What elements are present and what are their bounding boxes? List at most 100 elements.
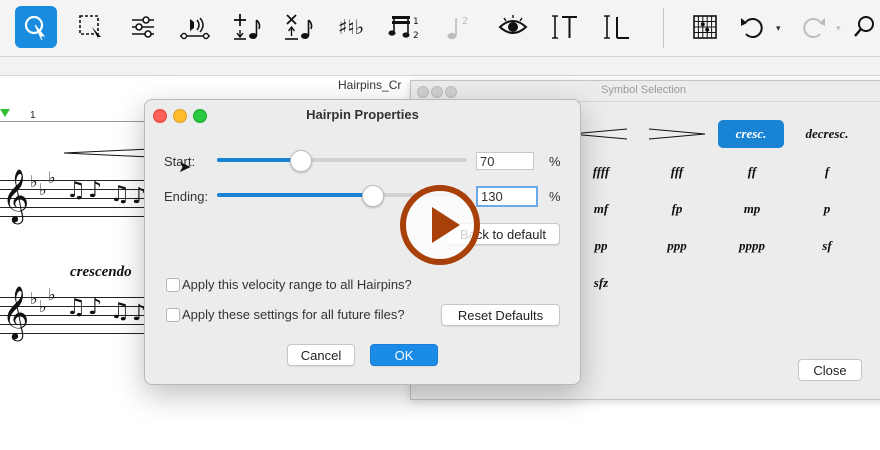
chord-grid-icon [693, 15, 717, 39]
redo-icon [803, 18, 825, 38]
symbol-fp[interactable]: fp [644, 195, 710, 223]
start-percent-unit: % [549, 154, 561, 169]
flat-icon: ♭ [30, 289, 38, 308]
apply-future-files-label: Apply these settings for all future file… [182, 307, 405, 322]
redo-tool-button[interactable] [792, 6, 834, 48]
document-tab-strip [0, 57, 880, 76]
note[interactable]: ♪ [88, 297, 102, 319]
undo-tool-button[interactable] [732, 6, 774, 48]
crescendo-text-mark[interactable]: crescendo [70, 264, 132, 281]
sharp-flat-icon: ♯♮♭ [337, 15, 365, 39]
note-voice-icon: 2 [447, 16, 468, 40]
symbol-p[interactable]: p [794, 195, 860, 223]
svg-text:2: 2 [413, 31, 419, 41]
lyrics-tool-button[interactable] [596, 6, 638, 48]
treble-clef-icon: 𝄞 [2, 168, 30, 222]
svg-text:2: 2 [462, 16, 468, 27]
start-slider[interactable] [217, 150, 467, 172]
symbol-decrescendo-hairpin[interactable] [644, 120, 710, 148]
hairpin-properties-dialog: Hairpin Properties Start: % Ending: % Ba… [144, 99, 581, 385]
palette-title: Symbol Selection [601, 84, 686, 96]
marquee-select-icon [79, 15, 101, 40]
toolbar-separator [663, 8, 664, 48]
flat-icon: ♭ [48, 168, 56, 187]
note[interactable]: ♫ [66, 180, 86, 202]
apply-future-files-checkbox[interactable] [166, 308, 180, 322]
playhead-marker[interactable] [0, 109, 10, 117]
palette-close-button[interactable]: Close [798, 359, 862, 381]
dialog-title: Hairpin Properties [306, 107, 419, 122]
undo-icon [741, 18, 763, 38]
start-value-input[interactable] [476, 152, 534, 170]
reset-defaults-button[interactable]: Reset Defaults [441, 304, 560, 326]
symbol-f[interactable]: f [794, 158, 860, 186]
symbol-ppp[interactable]: ppp [644, 232, 710, 260]
chord-diagram-tool-button[interactable] [684, 6, 726, 48]
speaker-note-icon [180, 17, 210, 40]
ok-button[interactable]: OK [370, 344, 438, 366]
hairpin-crescendo-mark[interactable] [64, 148, 154, 158]
symbol-decresc[interactable]: decresc. [794, 120, 860, 148]
select-arrow-tool-button[interactable] [15, 6, 57, 48]
flat-icon: ♭ [39, 180, 47, 199]
search-icon [854, 16, 874, 37]
redo-dropdown-caret[interactable]: ▾ [836, 24, 841, 34]
symbol-mp[interactable]: mp [719, 195, 785, 223]
flat-icon: ♭ [48, 285, 56, 304]
decrescendo-hairpin-icon [648, 128, 706, 140]
search-tool-button[interactable] [852, 6, 880, 48]
toolbar: ♯♮♭ 1 2 2 ▾ ▾ [0, 0, 880, 57]
ending-label: Ending: [164, 189, 209, 204]
symbol-pppp[interactable]: pppp [719, 232, 785, 260]
text-tool-button[interactable] [544, 6, 586, 48]
add-note-icon [234, 14, 261, 40]
flat-icon: ♭ [30, 172, 38, 191]
ending-percent-unit: % [549, 189, 561, 204]
apply-all-hairpins-label: Apply this velocity range to all Hairpin… [182, 277, 412, 292]
lyrics-cursor-icon [604, 15, 629, 39]
apply-all-hairpins-checkbox[interactable] [166, 278, 180, 292]
remove-note-tool-button[interactable] [278, 6, 320, 48]
document-window-title: Hairpins_Cr [338, 78, 402, 92]
dialog-titlebar: Hairpin Properties [145, 100, 580, 128]
symbol-cresc[interactable]: cresc. [718, 120, 784, 148]
play-icon [432, 207, 460, 243]
mixer-sliders-tool-button[interactable] [122, 6, 164, 48]
video-play-button[interactable] [400, 185, 480, 265]
symbol-ff[interactable]: ff [719, 158, 785, 186]
palette-close-dot[interactable] [417, 86, 429, 98]
measure-ruler [0, 109, 160, 122]
ending-slider-fill [217, 193, 372, 197]
sliders-icon [132, 16, 154, 38]
mouse-pointer-icon: ➤ [178, 157, 192, 176]
treble-clef-icon: 𝄞 [2, 285, 30, 339]
add-note-tool-button[interactable] [226, 6, 268, 48]
beamed-notes-icon: 1 2 [388, 16, 419, 41]
start-slider-fill [217, 158, 300, 162]
svg-text:1: 1 [413, 17, 419, 27]
note[interactable]: ♫ [110, 184, 130, 206]
undo-dropdown-caret[interactable]: ▾ [776, 24, 781, 34]
note[interactable]: ♪ [88, 180, 102, 202]
measure-number: 1 [30, 110, 36, 121]
text-cursor-icon [552, 15, 577, 39]
ending-value-input[interactable] [476, 186, 538, 207]
note[interactable]: ♫ [110, 301, 130, 323]
ending-slider-thumb[interactable] [362, 185, 384, 207]
marquee-select-tool-button[interactable] [70, 6, 112, 48]
voice-two-tool-button[interactable]: 2 [436, 6, 478, 48]
start-slider-thumb[interactable] [289, 150, 312, 172]
speaker-note-tool-button[interactable] [174, 6, 216, 48]
remove-note-icon [285, 14, 313, 40]
view-tool-button[interactable] [492, 6, 534, 48]
palette-minimize-dot[interactable] [431, 86, 443, 98]
cursor-arrow-icon [24, 15, 46, 40]
symbol-fff[interactable]: fff [644, 158, 710, 186]
note[interactable]: ♫ [66, 297, 86, 319]
tuplet-tool-button[interactable]: 1 2 [384, 6, 426, 48]
symbol-sf[interactable]: sf [794, 232, 860, 260]
flat-icon: ♭ [39, 297, 47, 316]
cancel-button[interactable]: Cancel [287, 344, 355, 366]
palette-zoom-dot[interactable] [445, 86, 457, 98]
accidentals-tool-button[interactable]: ♯♮♭ [330, 6, 372, 48]
